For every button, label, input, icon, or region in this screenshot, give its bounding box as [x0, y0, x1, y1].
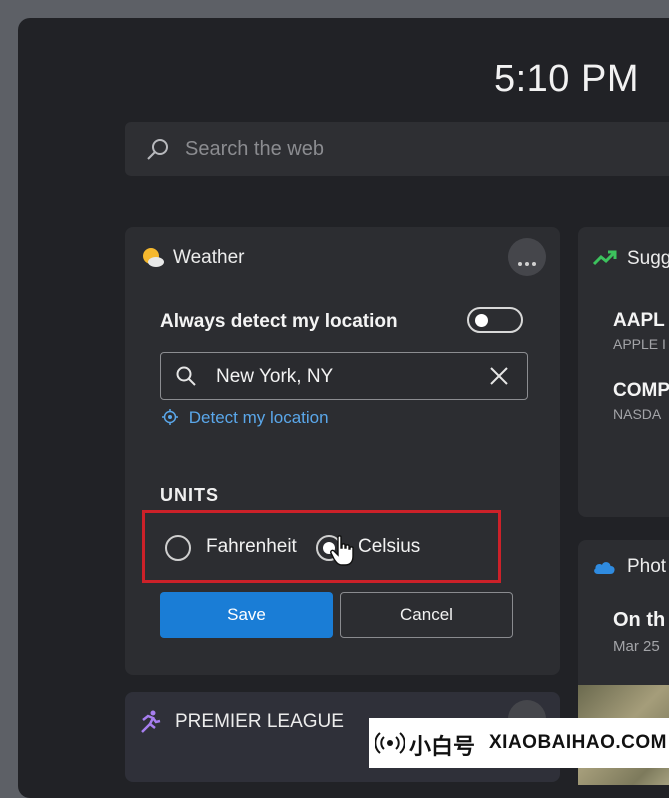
weather-card: Weather Always detect my location New Yo…	[125, 227, 560, 675]
broadcast-icon	[374, 730, 406, 761]
clock: 5:10 PM	[493, 58, 639, 100]
stocks-card: Sugg AAPL APPLE I COMP NASDA	[578, 227, 669, 517]
cancel-button[interactable]: Cancel	[340, 592, 513, 638]
cloud-icon	[592, 559, 616, 580]
stock-name: NASDA	[613, 406, 662, 422]
units-heading: UNITS	[160, 485, 219, 505]
photos-date: Mar 25	[613, 638, 660, 655]
weather-more-button[interactable]	[508, 238, 546, 276]
fahrenheit-label[interactable]: Fahrenheit	[206, 536, 297, 558]
stock-item[interactable]: COMP NASDA	[613, 380, 669, 422]
search-icon	[145, 137, 171, 168]
location-input[interactable]: New York, NY	[160, 352, 528, 400]
stocks-title: Sugg	[627, 248, 669, 269]
watermark-band: 小白号 XIAOBAIHAO.COM	[369, 718, 669, 768]
always-detect-toggle[interactable]	[467, 307, 523, 333]
stock-symbol: COMP	[613, 380, 669, 401]
always-detect-label: Always detect my location	[160, 311, 398, 332]
save-button[interactable]: Save	[160, 592, 333, 638]
search-icon	[175, 365, 197, 392]
detect-location-link[interactable]: Detect my location	[162, 408, 329, 428]
hand-cursor-icon	[330, 535, 356, 572]
units-highlight-box: Fahrenheit Celsius	[142, 510, 501, 583]
photos-title: Phot	[627, 556, 667, 577]
toggle-knob	[475, 314, 488, 327]
trending-up-icon	[592, 249, 618, 272]
runner-icon	[139, 710, 161, 739]
location-value: New York, NY	[216, 366, 334, 387]
sports-title: PREMIER LEAGUE	[175, 711, 344, 732]
location-target-icon	[162, 408, 183, 427]
photos-headline[interactable]: On th	[613, 609, 665, 632]
stock-name: APPLE I	[613, 336, 666, 352]
detect-location-label: Detect my location	[188, 408, 329, 427]
stock-item[interactable]: AAPL APPLE I	[613, 310, 666, 352]
clear-icon[interactable]	[489, 366, 509, 391]
watermark-en: XIAOBAIHAO.COM	[489, 732, 667, 753]
more-icon	[517, 254, 537, 272]
watermark-cn: 小白号	[409, 735, 476, 760]
fahrenheit-radio[interactable]	[165, 535, 191, 561]
stock-symbol: AAPL	[613, 310, 665, 331]
search-placeholder: Search the web	[185, 138, 324, 160]
weather-title: Weather	[173, 247, 245, 268]
celsius-label[interactable]: Celsius	[358, 536, 420, 558]
web-search-box[interactable]: Search the web	[125, 122, 669, 176]
partly-sunny-icon	[141, 247, 165, 274]
